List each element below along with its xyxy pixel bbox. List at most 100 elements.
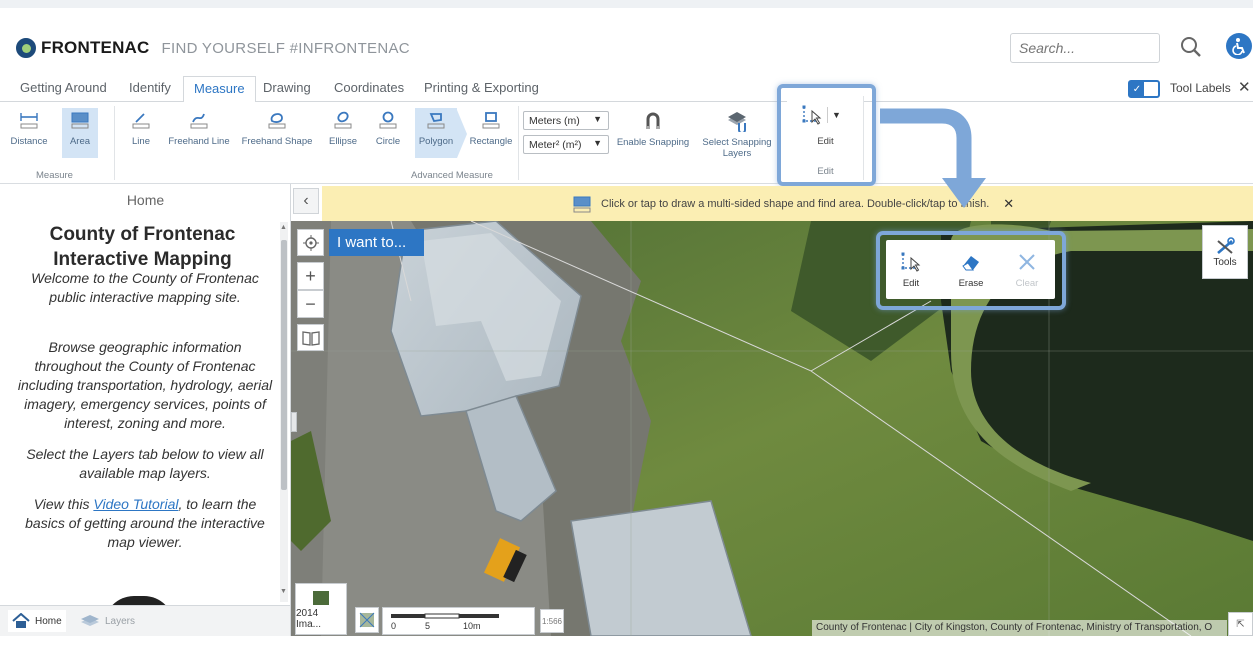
video-paragraph: View this Video Tutorial, to learn the b… bbox=[25, 496, 265, 550]
freehand-line-label: Freehand Line bbox=[168, 136, 230, 147]
tool-labels-toggle[interactable]: ✓ bbox=[1128, 80, 1160, 98]
edit-popup-highlight bbox=[876, 231, 1066, 310]
tagline: FIND YOURSELF #INFRONTENAC bbox=[161, 39, 410, 57]
close-icon[interactable]: ✕ bbox=[1003, 196, 1014, 212]
panel-title: Home bbox=[126, 192, 165, 208]
search-icon bbox=[1181, 37, 1201, 57]
scale-graphic bbox=[391, 613, 499, 619]
ellipse-label: Ellipse bbox=[329, 136, 357, 147]
search-box[interactable] bbox=[1010, 33, 1160, 63]
minus-icon: − bbox=[305, 293, 316, 314]
chevron-down-icon: ▼ bbox=[593, 114, 602, 124]
home-tab-label: Home bbox=[35, 615, 62, 627]
home-tab[interactable]: Home bbox=[8, 610, 66, 632]
sidebar-heading: County of Frontenac Interactive Mapping bbox=[49, 224, 236, 270]
divider bbox=[114, 106, 115, 180]
circle-label: Circle bbox=[375, 136, 401, 147]
panel-resize-handle[interactable] bbox=[291, 412, 297, 432]
zoom-in-button[interactable]: + bbox=[297, 262, 324, 290]
select-snapping-layers-button[interactable]: Select Snapping Layers bbox=[700, 108, 774, 159]
tab-identify[interactable]: Identify bbox=[119, 76, 181, 102]
tab-bar: Getting Around Identify Measure Drawing … bbox=[0, 76, 1253, 103]
length-unit-value: Meters (m) bbox=[529, 114, 580, 127]
scroll-down-icon[interactable]: ▼ bbox=[280, 588, 287, 595]
area-unit-value: Meter² (m²) bbox=[529, 138, 582, 151]
measure-group-label: Measure bbox=[36, 170, 73, 181]
polygon-label: Polygon bbox=[418, 136, 454, 147]
browser-top-strip bbox=[0, 0, 1253, 8]
enable-snapping-button[interactable]: Enable Snapping bbox=[616, 108, 690, 148]
circle-icon bbox=[376, 108, 400, 132]
scrollbar-thumb[interactable] bbox=[281, 240, 287, 490]
freehand-shape-icon bbox=[265, 108, 289, 132]
freehand-shape-tool[interactable]: Freehand Shape bbox=[241, 108, 313, 158]
map-attribution: County of Frontenac | City of Kingston, … bbox=[812, 620, 1227, 636]
rectangle-label: Rectangle bbox=[469, 136, 513, 147]
browse-paragraph: Browse geographic information throughout… bbox=[17, 339, 273, 431]
scale-ratio: 1:566 bbox=[540, 609, 564, 633]
tools-label: Tools bbox=[1213, 256, 1237, 268]
tab-coordinates[interactable]: Coordinates bbox=[324, 76, 414, 102]
rectangle-tool[interactable]: Rectangle bbox=[468, 108, 514, 158]
map-view[interactable] bbox=[291, 221, 1253, 636]
bookmarks-button[interactable] bbox=[297, 324, 324, 351]
area-icon bbox=[68, 108, 92, 132]
magnet-icon bbox=[640, 108, 666, 134]
brand-name: FRONTENAC bbox=[41, 38, 150, 57]
locate-button[interactable] bbox=[297, 229, 324, 256]
line-icon bbox=[129, 108, 153, 132]
ellipse-icon bbox=[331, 108, 355, 132]
polygon-icon bbox=[424, 108, 448, 132]
search-button[interactable] bbox=[1176, 32, 1206, 62]
video-tutorial-link[interactable]: Video Tutorial bbox=[93, 496, 178, 512]
scroll-up-icon[interactable]: ▲ bbox=[280, 224, 287, 231]
basemap-switcher[interactable]: 2014 Ima... bbox=[295, 583, 347, 635]
scale-label-0: 0 bbox=[391, 621, 397, 631]
tab-drawing[interactable]: Drawing bbox=[253, 76, 321, 102]
measure-ribbon: Distance Area Measure Line Freehand Line… bbox=[0, 102, 1253, 184]
expand-attribution-button[interactable]: ⇱ bbox=[1228, 612, 1253, 636]
page-bottom bbox=[0, 636, 1253, 650]
callout-arrow-icon bbox=[880, 108, 986, 208]
aerial-imagery bbox=[291, 221, 1253, 636]
circle-tool[interactable]: Circle bbox=[372, 108, 404, 158]
zoom-out-button[interactable]: − bbox=[297, 290, 324, 318]
accessibility-button[interactable] bbox=[1226, 33, 1252, 59]
i-want-to-button[interactable]: I want to... bbox=[329, 229, 424, 256]
freehand-line-tool[interactable]: Freehand Line bbox=[168, 108, 230, 158]
sidebar-scrollbar[interactable]: ▲ ▼ bbox=[280, 222, 288, 602]
freehand-shape-label: Freehand Shape bbox=[241, 136, 313, 147]
logo: FRONTENAC FIND YOURSELF #INFRONTENAC bbox=[16, 38, 410, 58]
tab-measure[interactable]: Measure bbox=[183, 76, 256, 103]
layers-tab[interactable]: Layers bbox=[80, 610, 135, 632]
collapse-panel-button[interactable]: ‹ bbox=[293, 188, 319, 214]
layers-icon bbox=[81, 615, 99, 626]
book-icon bbox=[301, 330, 320, 346]
polygon-tool[interactable]: Polygon bbox=[415, 108, 457, 158]
line-tool[interactable]: Line bbox=[124, 108, 158, 158]
app-header: FRONTENAC FIND YOURSELF #INFRONTENAC bbox=[0, 22, 1253, 74]
length-unit-select[interactable]: Meters (m) ▼ bbox=[523, 111, 609, 130]
area-tool[interactable]: Area bbox=[62, 108, 98, 158]
search-input[interactable] bbox=[1011, 34, 1159, 62]
legend-button[interactable] bbox=[355, 607, 379, 633]
close-icon[interactable]: ✕ bbox=[1238, 78, 1251, 96]
tab-getting-around[interactable]: Getting Around bbox=[10, 76, 117, 102]
line-label: Line bbox=[132, 136, 150, 147]
advanced-measure-group-label: Advanced Measure bbox=[411, 170, 493, 181]
ellipse-tool[interactable]: Ellipse bbox=[326, 108, 360, 158]
check-icon: ✓ bbox=[1130, 82, 1144, 96]
crosshair-icon bbox=[302, 234, 319, 251]
selected-arrow-icon bbox=[457, 110, 467, 158]
expand-icon: ⇱ bbox=[1236, 618, 1245, 630]
chevron-down-icon: ▼ bbox=[593, 138, 602, 148]
area-unit-select[interactable]: Meter² (m²) ▼ bbox=[523, 135, 609, 154]
instruction-bar: Click or tap to draw a multi-sided shape… bbox=[322, 186, 1253, 221]
map-tools-button[interactable]: Tools bbox=[1202, 225, 1248, 279]
logo-icon bbox=[16, 38, 36, 58]
welcome-paragraph: Welcome to the County of Frontenac publi… bbox=[31, 270, 259, 305]
layers-paragraph: Select the Layers tab below to view all … bbox=[26, 446, 264, 481]
tab-printing-exporting[interactable]: Printing & Exporting bbox=[414, 76, 549, 102]
distance-tool[interactable]: Distance bbox=[10, 108, 48, 158]
rectangle-icon bbox=[479, 108, 503, 132]
